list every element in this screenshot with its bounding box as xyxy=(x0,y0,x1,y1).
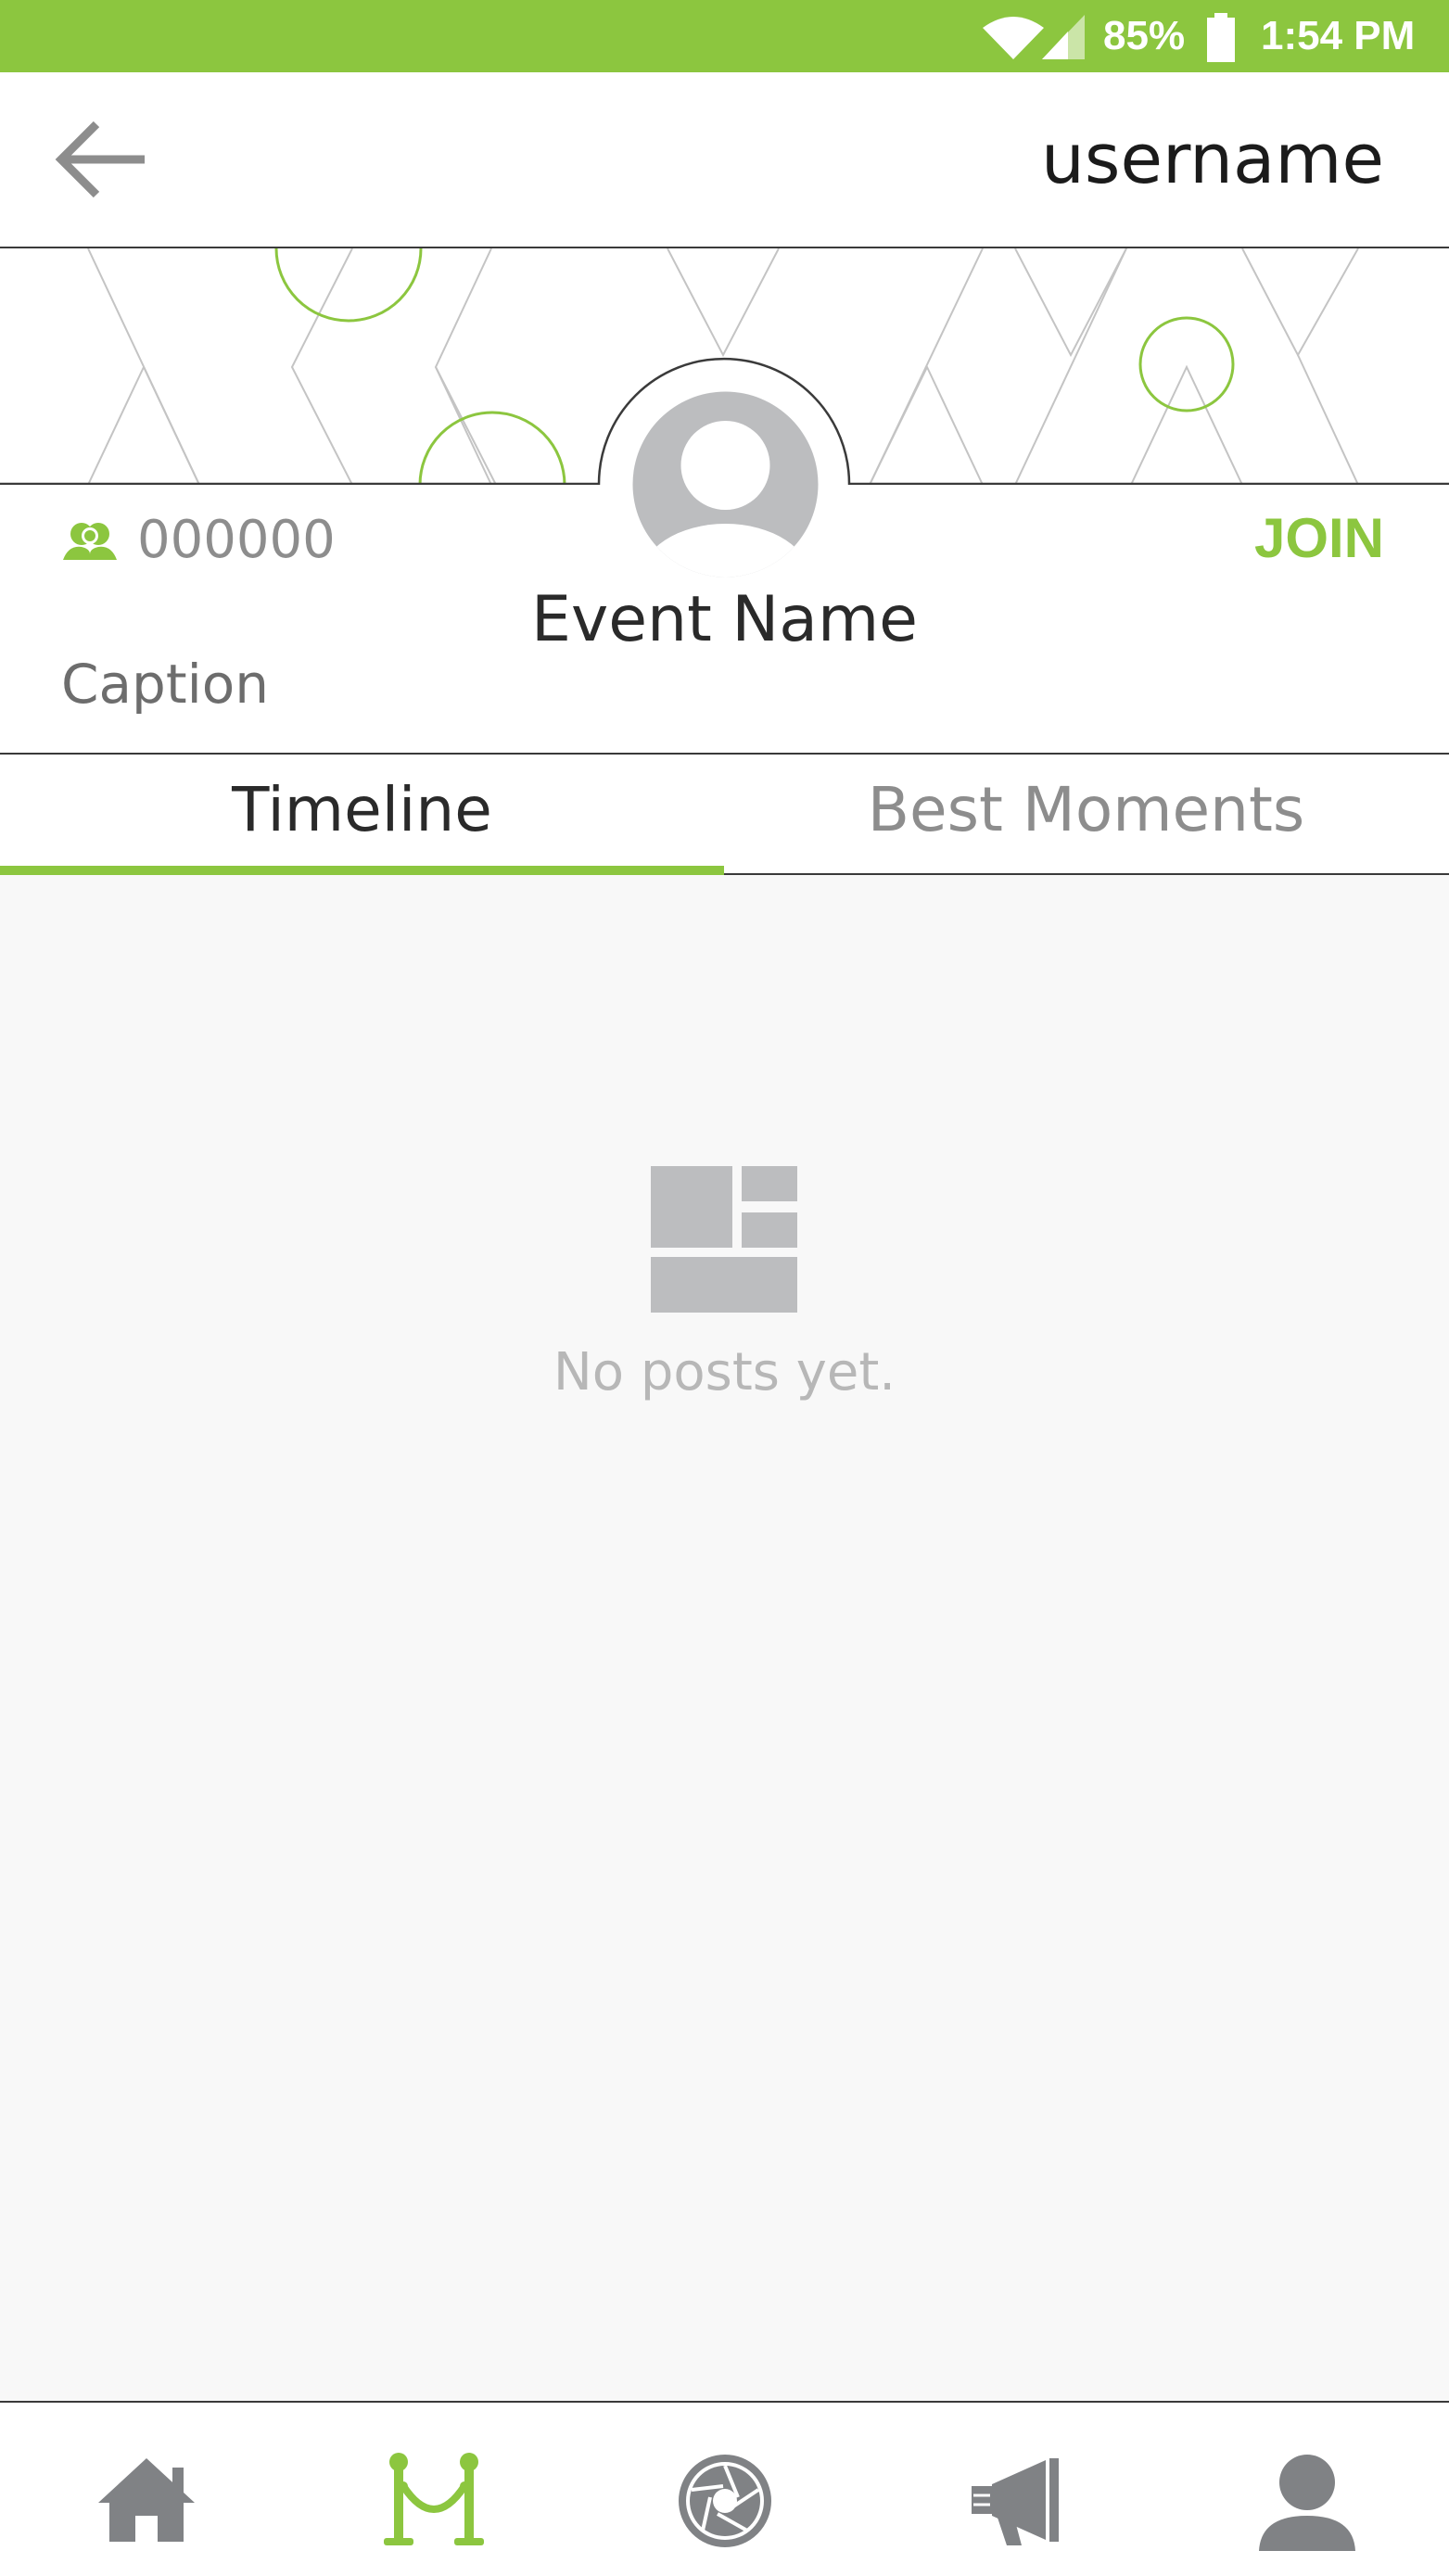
arrow-left-icon xyxy=(55,121,145,198)
nav-events[interactable] xyxy=(378,2449,489,2551)
back-button[interactable] xyxy=(52,113,154,206)
home-icon xyxy=(98,2458,195,2542)
nav-announcements[interactable] xyxy=(960,2449,1072,2551)
wifi-icon xyxy=(983,17,1044,59)
bottom-navigation xyxy=(0,2401,1449,2576)
status-bar: 85% 1:54 PM xyxy=(0,0,1449,72)
member-count: 000000 xyxy=(61,508,336,573)
layout-grid-icon xyxy=(651,1166,797,1313)
megaphone-icon xyxy=(972,2458,1059,2545)
active-tab-indicator xyxy=(0,866,724,875)
member-count-value: 000000 xyxy=(137,510,336,570)
profile-icon xyxy=(1259,2455,1355,2551)
timeline-feed[interactable]: No posts yet. xyxy=(0,875,1449,2401)
tab-best-moments[interactable]: Best Moments xyxy=(724,755,1448,873)
members-icon xyxy=(63,523,117,560)
battery-icon xyxy=(1207,13,1235,62)
stanchion-rope-icon xyxy=(384,2453,484,2545)
username-title: username xyxy=(1041,120,1384,199)
user-avatar-icon[interactable] xyxy=(630,389,820,579)
tab-timeline[interactable]: Timeline xyxy=(0,755,724,873)
tab-bar: Timeline Best Moments xyxy=(0,753,1449,875)
event-caption: Caption xyxy=(61,653,269,716)
nav-home[interactable] xyxy=(91,2449,202,2551)
battery-percent: 85% xyxy=(1103,13,1186,58)
empty-state-message: No posts yet. xyxy=(553,1342,896,1402)
camera-aperture-icon xyxy=(679,2455,771,2547)
join-button[interactable]: JOIN xyxy=(1254,506,1384,571)
signal-icon xyxy=(1042,15,1085,59)
nav-profile[interactable] xyxy=(1252,2449,1363,2551)
app-bar: username xyxy=(0,72,1449,248)
nav-camera[interactable] xyxy=(669,2449,781,2551)
status-time: 1:54 PM xyxy=(1261,13,1416,58)
